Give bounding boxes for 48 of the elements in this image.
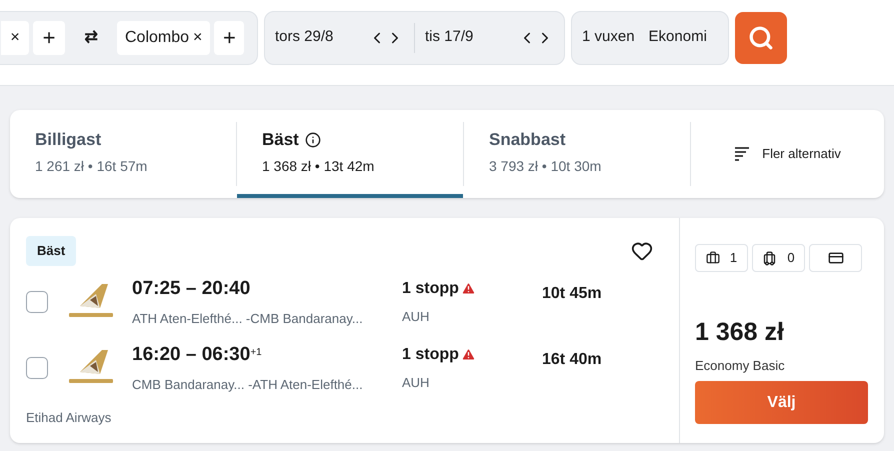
bag-count: 1 <box>730 249 738 268</box>
tab-detail: 1 261 zł • 16t 57m <box>35 157 148 176</box>
tab-title: Bäst <box>262 128 299 151</box>
tab-title: Billigast <box>35 128 102 151</box>
leg-checkbox[interactable] <box>26 290 48 312</box>
search-button[interactable] <box>735 12 787 64</box>
depart-date[interactable]: tors 29/8 <box>275 26 368 49</box>
more-options-link[interactable]: Fler alternativ <box>762 144 841 164</box>
return-date[interactable]: tis 17/9 <box>425 26 518 49</box>
favorite-icon[interactable] <box>631 240 653 262</box>
best-badge: Bäst <box>26 236 76 266</box>
bag-icon <box>706 251 720 265</box>
cabin-select[interactable]: Ekonomi <box>648 26 707 49</box>
via-airport: AUH <box>402 308 430 326</box>
remove-origin-button[interactable]: × <box>10 30 20 46</box>
select-button[interactable]: Välj <box>695 381 868 424</box>
price: 1 368 zł <box>695 317 785 348</box>
bag-count: 0 <box>787 249 795 268</box>
tab-title: Snabbast <box>489 128 566 151</box>
card-icon <box>828 250 844 266</box>
add-origin-button[interactable]: + <box>33 20 65 54</box>
airline-name: Etihad Airways <box>26 408 112 427</box>
remove-destination-button[interactable]: × <box>193 30 202 46</box>
route-text: ATH Aten-Elefthé... -CMB Bandaranay... <box>132 310 364 328</box>
stops-text: 1 stopp <box>402 278 459 299</box>
sort-tab[interactable]: Snabbast 3 793 zł • 10t 30m <box>464 110 690 198</box>
destination-field[interactable]: Colombo × <box>117 20 210 54</box>
info-icon[interactable] <box>304 132 321 148</box>
sort-tab[interactable]: Bäst 1 368 zł • 13t 42m <box>237 110 463 198</box>
stops-text: 1 stopp <box>402 344 459 365</box>
passengers-select[interactable]: 1 vuxen <box>582 26 635 49</box>
add-destination-button[interactable]: + <box>214 20 244 54</box>
tab-detail: 1 368 zł • 13t 42m <box>262 157 376 176</box>
fare-type: Economy Basic <box>695 356 786 375</box>
duration-text: 10t 45m <box>542 284 602 304</box>
suitcase-icon <box>762 250 778 266</box>
duration-text: 16t 40m <box>542 350 602 370</box>
route-text: CMB Bandaranay... -ATH Aten-Elefthé... <box>132 376 364 394</box>
search-icon <box>748 24 774 50</box>
swap-button[interactable]: ⇄ <box>69 26 113 50</box>
flight-times: 16:20 – 06:30$^{+1}$ <box>132 342 263 366</box>
via-airport: AUH <box>402 374 430 392</box>
destination-text: Colombo <box>125 28 190 48</box>
flight-times: 07:25 – 20:40 <box>132 276 252 300</box>
sort-icon <box>734 146 750 162</box>
leg-checkbox[interactable] <box>26 356 48 378</box>
tab-detail: 3 793 zł • 10t 30m <box>489 157 602 176</box>
sort-tab[interactable]: Billigast 1 261 zł • 16t 57m <box>10 110 236 198</box>
